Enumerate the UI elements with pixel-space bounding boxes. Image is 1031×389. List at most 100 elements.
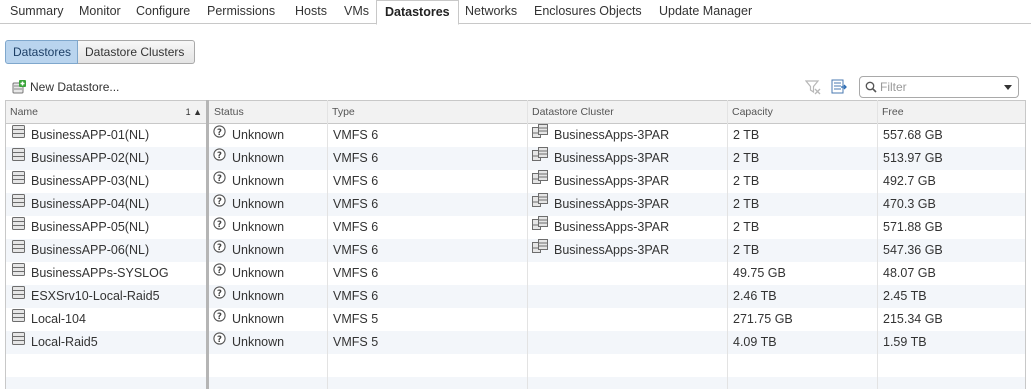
clear-filter-icon[interactable] [804,79,821,95]
cell-capacity: 2 TB [733,174,760,188]
new-datastore-icon [12,80,26,94]
cell-capacity: 2 TB [733,151,760,165]
datastore-icon [12,261,25,284]
cell-name: Local-Raid5 [6,331,207,354]
datastore-icon [12,146,25,169]
datastore-icon [12,330,25,353]
cell-type: VMFS 5 [333,312,379,326]
tab-summary[interactable]: Summary [2,0,71,24]
unknown-status-icon: ? [213,192,226,215]
tab-hosts[interactable]: Hosts [287,0,335,24]
cell-name: BusinessAPP-05(NL) [6,216,207,239]
table-row[interactable]: Local-Raid5? Unknown VMFS 5 4.09 TB 1.59 TB [6,331,1025,354]
cell-capacity: 2 TB [733,243,760,257]
cell-type: VMFS 6 [333,174,379,188]
unknown-status-icon: ? [213,284,226,307]
tab-update-manager[interactable]: Update Manager [651,0,760,24]
column-header-datastore-cluster[interactable]: Datastore Cluster [528,101,728,123]
datastore-cluster-name[interactable]: BusinessApps-3PAR [554,220,669,234]
datastore-icon [12,169,25,192]
datastore-name: BusinessAPP-01(NL) [31,128,150,142]
tab-enclosures-objects[interactable]: Enclosures Objects [526,0,650,24]
status-text: Unknown [232,220,285,234]
tab-monitor[interactable]: Monitor [71,0,129,24]
cell-type: VMFS 6 [333,289,379,303]
cell-status: ? Unknown [210,331,327,354]
tab-configure[interactable]: Configure [128,0,198,24]
table-row[interactable]: BusinessAPP-04(NL)? Unknown VMFS 6 Business… [6,193,1025,216]
table-row[interactable]: BusinessAPP-06(NL)? Unknown VMFS 6 Business… [6,239,1025,262]
datastore-name: Local-Raid5 [31,335,98,349]
svg-text:?: ? [217,243,222,253]
column-header-type[interactable]: Type [328,101,528,123]
datastore-name: BusinessAPP-04(NL) [31,197,150,211]
cell-free: 513.97 GB [883,151,943,165]
cell-free: 547.36 GB [883,243,943,257]
cell-type: VMFS 6 [333,128,379,142]
filter-input[interactable] [880,79,998,95]
datastore-cluster-name[interactable]: BusinessApps-3PAR [554,197,669,211]
cell-status: ? Unknown [210,170,327,193]
table-row[interactable]: BusinessAPP-02(NL)? Unknown VMFS 6 Business… [6,147,1025,170]
cell-status: ? Unknown [210,239,327,262]
tab-vms[interactable]: VMs [336,0,377,24]
cell-datastore-cluster: BusinessApps-3PAR [528,193,727,216]
table-row[interactable]: BusinessAPPs-SYSLOG? Unknown VMFS 6 49.75 G… [6,262,1025,285]
status-text: Unknown [232,128,285,142]
datastore-name: BusinessAPP-03(NL) [31,174,150,188]
cell-capacity: 2 TB [733,220,760,234]
new-datastore-button[interactable]: New Datastore... [12,78,119,96]
cell-status: ? Unknown [210,285,327,308]
cell-free: 492.7 GB [883,174,936,188]
cell-name: ESXSrv10-Local-Raid5 [6,285,207,308]
tab-datastores[interactable]: Datastores [376,0,459,25]
table-row[interactable]: ESXSrv10-Local-Raid5? Unknown VMFS 6 2.46 T… [6,285,1025,308]
cell-capacity: 2 TB [733,197,760,211]
cell-datastore-cluster [528,331,727,354]
datastores-grid: Name 1 ▲ Status Type Datastore Cluster C… [5,100,1026,389]
datastore-icon [12,284,25,307]
table-row[interactable]: BusinessAPP-03(NL)? Unknown VMFS 6 Business… [6,170,1025,193]
unknown-status-icon: ? [213,330,226,353]
column-header-capacity[interactable]: Capacity [728,101,878,123]
table-row[interactable]: Local-104? Unknown VMFS 5 271.75 GB 215.34 G… [6,308,1025,331]
frozen-column-divider[interactable] [206,100,209,389]
datastore-icon [12,192,25,215]
table-row[interactable]: BusinessAPP-01(NL)? Unknown VMFS 6 Business… [6,124,1025,147]
datastore-cluster-name[interactable]: BusinessApps-3PAR [554,128,669,142]
empty-row [6,354,1025,377]
svg-text:?: ? [217,220,222,230]
datastore-cluster-icon [532,169,548,192]
tab-networks[interactable]: Networks [457,0,525,24]
column-header-name[interactable]: Name 1 ▲ [6,101,207,123]
subtab-datastores[interactable]: Datastores [5,40,78,64]
tab-permissions[interactable]: Permissions [199,0,283,24]
datastore-icon [12,238,25,261]
export-list-icon[interactable] [831,79,847,95]
datastore-cluster-name[interactable]: BusinessApps-3PAR [554,151,669,165]
datastore-cluster-icon [532,238,548,261]
unknown-status-icon: ? [213,169,226,192]
status-text: Unknown [232,151,285,165]
subtab-datastore-clusters[interactable]: Datastore Clusters [78,40,195,64]
svg-text:?: ? [217,197,222,207]
svg-text:?: ? [217,312,222,322]
cell-status: ? Unknown [210,193,327,216]
status-text: Unknown [232,266,285,280]
cell-free: 48.07 GB [883,266,936,280]
chevron-down-icon[interactable] [1004,85,1012,90]
cell-datastore-cluster [528,308,727,331]
cell-capacity: 4.09 TB [733,335,777,349]
svg-text:?: ? [217,289,222,299]
status-text: Unknown [232,174,285,188]
unknown-status-icon: ? [213,215,226,238]
filter-box[interactable] [859,76,1019,98]
datastore-cluster-name[interactable]: BusinessApps-3PAR [554,243,669,257]
column-header-free[interactable]: Free [878,101,1025,123]
datastore-cluster-name[interactable]: BusinessApps-3PAR [554,174,669,188]
status-text: Unknown [232,289,285,303]
column-header-status[interactable]: Status [210,101,328,123]
unknown-status-icon: ? [213,261,226,284]
cell-capacity: 49.75 GB [733,266,786,280]
table-row[interactable]: BusinessAPP-05(NL)? Unknown VMFS 6 Business… [6,216,1025,239]
